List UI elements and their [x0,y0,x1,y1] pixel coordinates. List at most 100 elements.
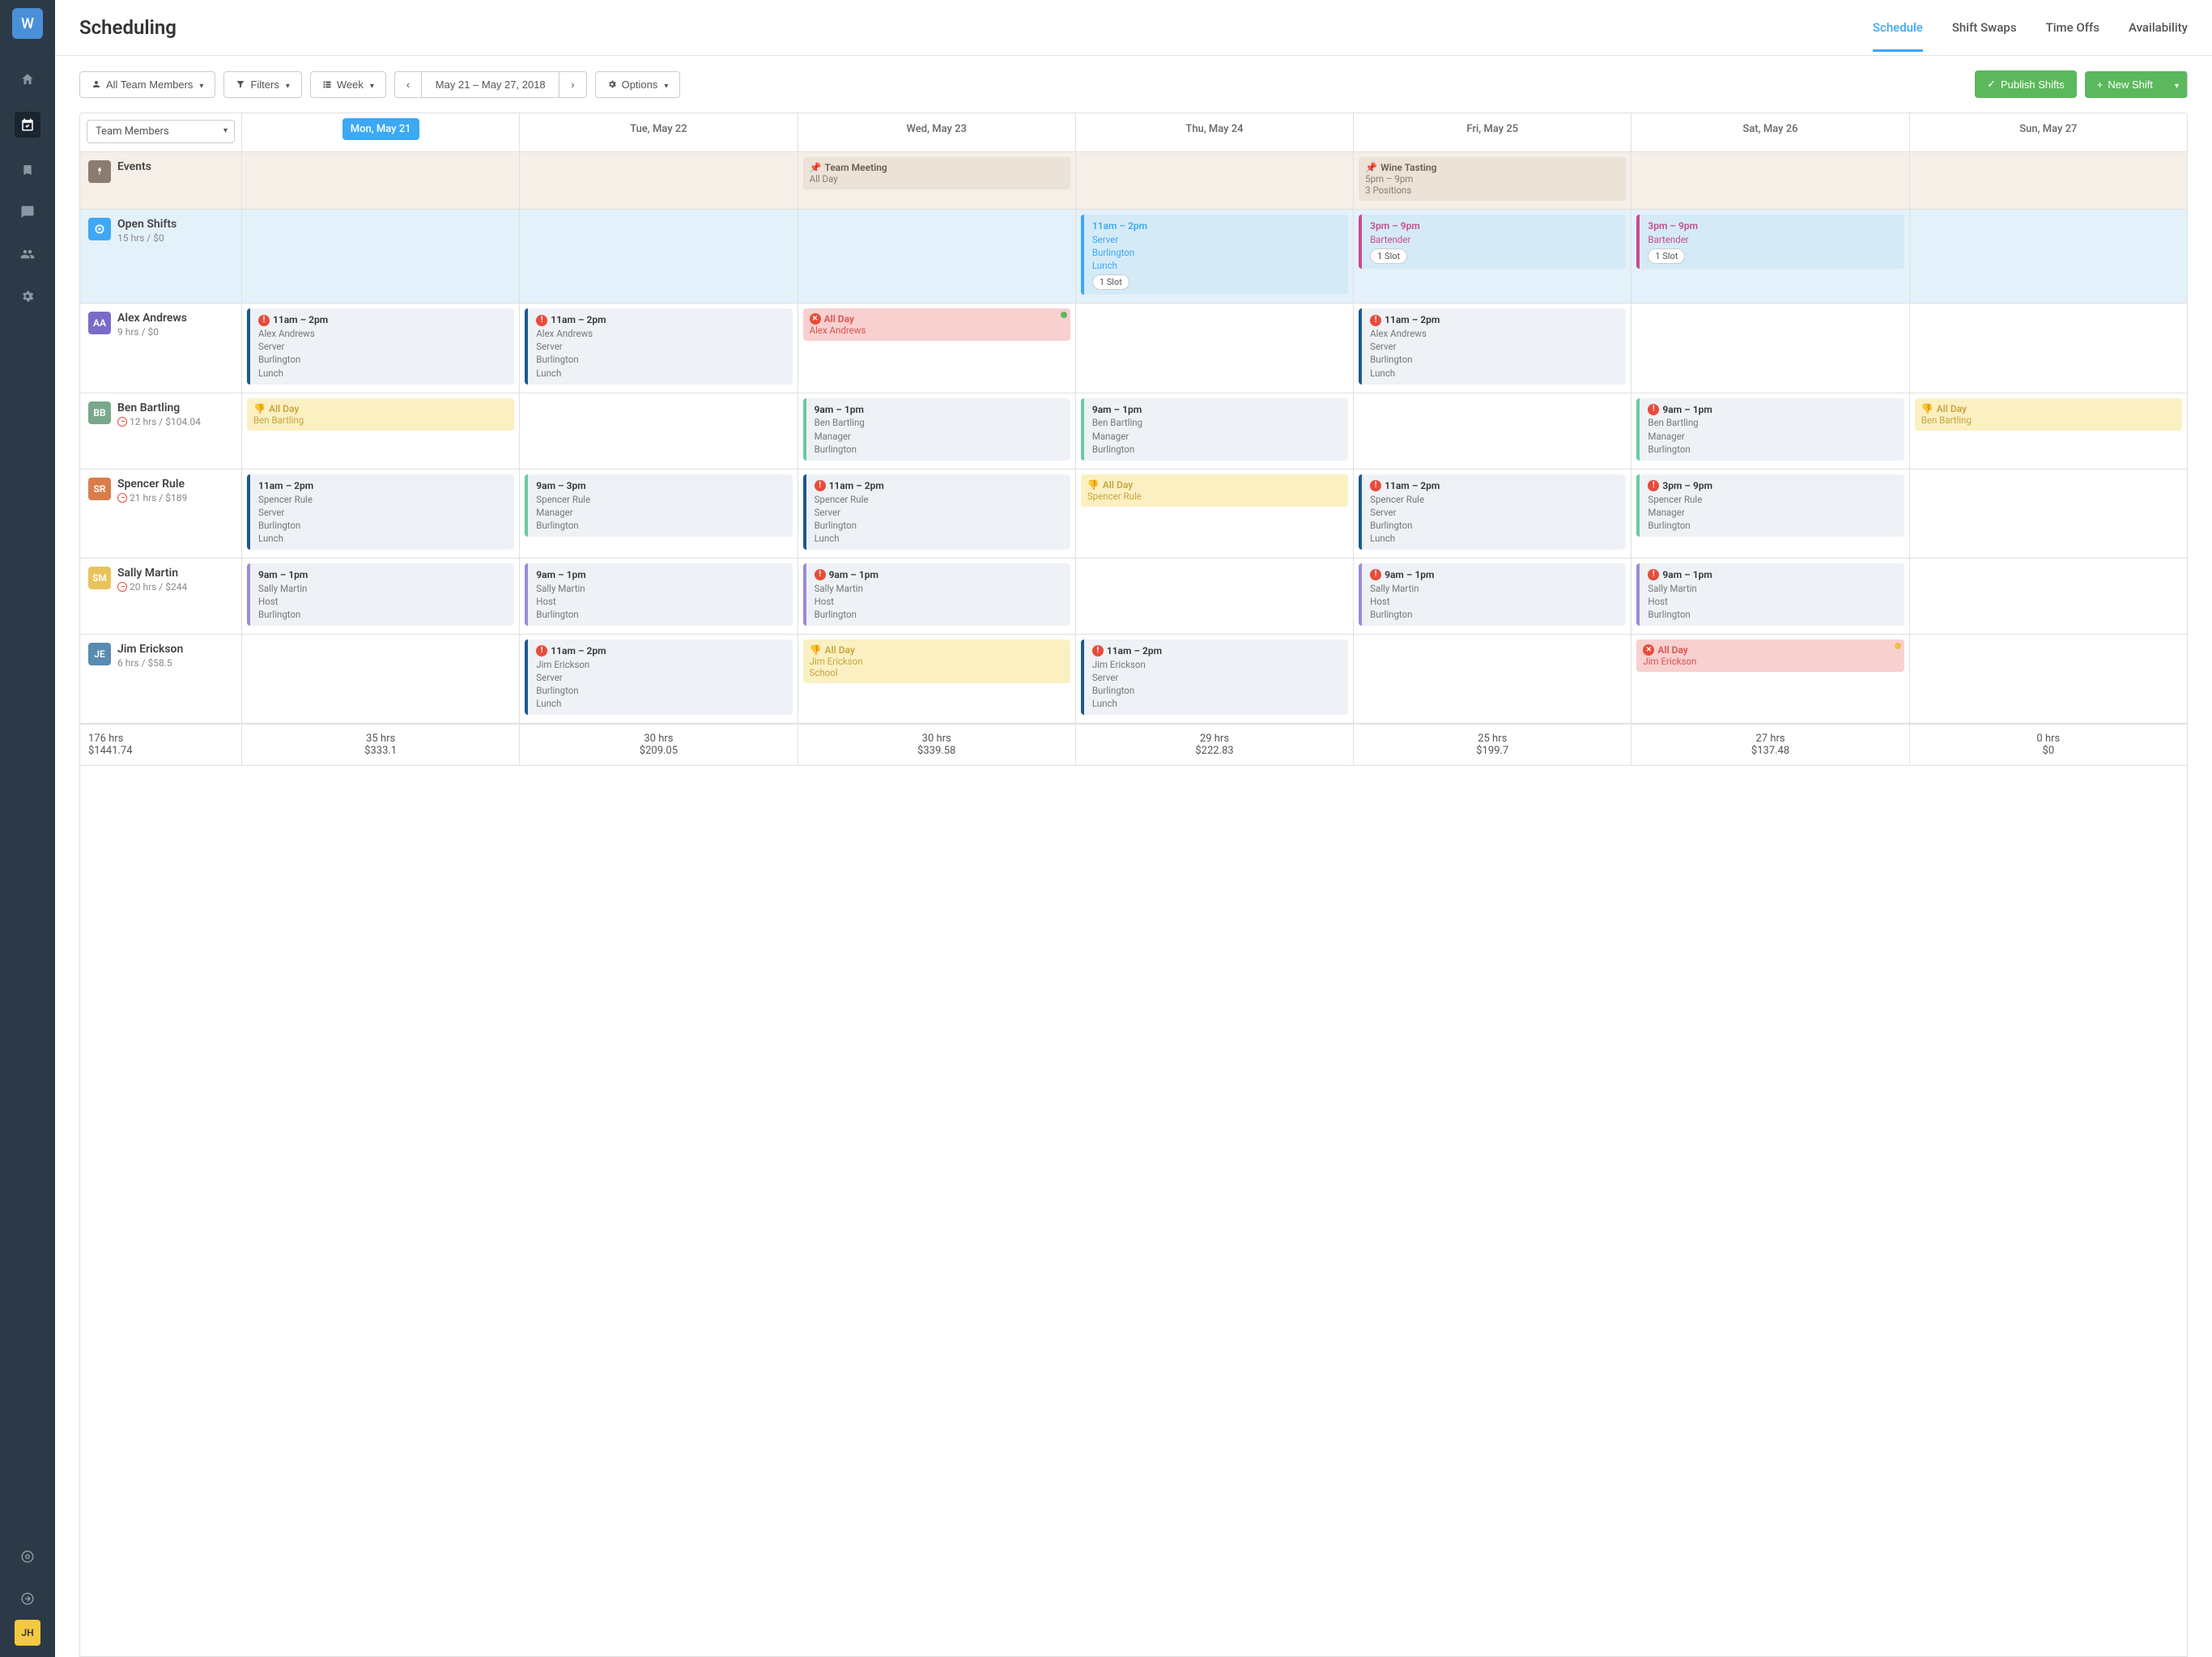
day-header[interactable]: Mon, May 21 [242,113,520,151]
open-shift-card[interactable]: 3pm – 9pmBartender1 Slot [1636,215,1904,269]
shift-card[interactable]: ! 9am – 1pmSally MartinHostBurlington [803,563,1070,626]
open-shift-card[interactable]: 3pm – 9pmBartender1 Slot [1359,215,1626,269]
view-dropdown[interactable]: Week [310,71,386,98]
day-cell[interactable]: ! 9am – 1pmBen BartlingManagerBurlington [1631,393,1909,469]
shift-card[interactable]: ! 11am – 2pmAlex AndrewsServerBurlington… [247,308,514,384]
day-header[interactable]: Fri, May 25 [1354,113,1631,151]
publish-shifts-button[interactable]: ✓ Publish Shifts [1975,70,2077,98]
prev-week-button[interactable]: ‹ [394,71,421,98]
day-cell[interactable]: ! 3pm – 9pmSpencer RuleManagerBurlington [1631,469,1909,558]
day-cell[interactable] [1910,559,2187,634]
day-cell[interactable]: ! 11am – 2pmAlex AndrewsServerBurlington… [1354,304,1631,392]
shift-card[interactable]: ! 11am – 2pmAlex AndrewsServerBurlington… [1359,308,1626,384]
help-icon[interactable] [18,1547,37,1566]
day-cell[interactable] [1354,393,1631,469]
day-header[interactable]: Sat, May 26 [1631,113,1909,151]
day-cell[interactable]: 👎 All DayBen Bartling [1910,393,2187,469]
shift-card[interactable]: 9am – 1pmBen BartlingManagerBurlington [803,398,1070,461]
member-name-cell[interactable]: SRSpencer Rule 21 hrs / $189 [80,469,242,558]
allday-card[interactable]: 👎 All DayBen Bartling [247,398,514,431]
day-cell[interactable]: ! 11am – 2pmSpencer RuleServerBurlington… [1354,469,1631,558]
new-shift-dropdown[interactable] [2164,71,2188,98]
day-cell[interactable]: 9am – 1pmBen BartlingManagerBurlington [1076,393,1354,469]
logout-icon[interactable] [18,1589,37,1608]
day-header[interactable]: Thu, May 24 [1076,113,1354,151]
day-cell[interactable]: 9am – 1pmSally MartinHostBurlington [520,559,798,634]
chat-icon[interactable] [18,202,37,222]
day-cell[interactable]: 📌 Wine Tasting5pm – 9pm3 Positions [1354,152,1631,209]
shift-card[interactable]: 9am – 3pmSpencer RuleManagerBurlington [525,474,792,537]
day-cell[interactable]: ✕ All DayAlex Andrews [798,304,1076,392]
shift-card[interactable]: 11am – 2pmSpencer RuleServerBurlingtonLu… [247,474,514,550]
member-name-cell[interactable]: BBBen Bartling 12 hrs / $104.04 [80,393,242,469]
shift-card[interactable]: ! 9am – 1pmBen BartlingManagerBurlington [1636,398,1904,461]
team-members-select[interactable]: Team Members ▾ [87,120,235,143]
day-cell[interactable] [1076,152,1354,209]
event-card[interactable]: 📌 Team MeetingAll Day [803,157,1070,189]
tab-shift-swaps[interactable]: Shift Swaps [1952,20,2017,52]
shift-card[interactable]: 9am – 1pmBen BartlingManagerBurlington [1081,398,1348,461]
day-cell[interactable]: 3pm – 9pmBartender1 Slot [1631,210,1909,303]
day-cell[interactable] [520,152,798,209]
day-cell[interactable] [1910,210,2187,303]
day-header[interactable]: Wed, May 23 [798,113,1076,151]
day-cell[interactable]: 9am – 1pmSally MartinHostBurlington [242,559,520,634]
day-cell[interactable] [1354,635,1631,723]
day-cell[interactable] [1631,304,1909,392]
bookmark-icon[interactable] [18,160,37,180]
day-cell[interactable]: 11am – 2pmServerBurlingtonLunch1 Slot [1076,210,1354,303]
member-name-cell[interactable]: AAAlex Andrews9 hrs / $0 [80,304,242,392]
day-cell[interactable]: ! 11am – 2pmSpencer RuleServerBurlington… [798,469,1076,558]
member-name-cell[interactable]: SMSally Martin 20 hrs / $244 [80,559,242,634]
shift-card[interactable]: ! 11am – 2pmJim EricksonServerBurlington… [525,639,792,715]
day-cell[interactable]: 9am – 1pmBen BartlingManagerBurlington [798,393,1076,469]
shift-card[interactable]: ! 11am – 2pmJim EricksonServerBurlington… [1081,639,1348,715]
home-icon[interactable] [18,70,37,89]
day-cell[interactable]: ! 11am – 2pmAlex AndrewsServerBurlington… [520,304,798,392]
app-logo[interactable]: W [12,8,43,39]
event-card[interactable]: 📌 Wine Tasting5pm – 9pm3 Positions [1359,157,1626,201]
day-cell[interactable]: ✕ All DayJim Erickson [1631,635,1909,723]
tab-time-offs[interactable]: Time Offs [2046,20,2099,52]
tab-schedule[interactable]: Schedule [1873,20,1923,52]
shift-card[interactable]: ! 11am – 2pmSpencer RuleServerBurlington… [803,474,1070,550]
settings-icon[interactable] [18,287,37,306]
shift-card[interactable]: ! 9am – 1pmSally MartinHostBurlington [1359,563,1626,626]
day-cell[interactable] [1910,635,2187,723]
day-cell[interactable]: ! 11am – 2pmJim EricksonServerBurlington… [520,635,798,723]
new-shift-button[interactable]: + New Shift [2085,71,2164,98]
filters-dropdown[interactable]: Filters [223,71,301,98]
day-cell[interactable]: ! 9am – 1pmSally MartinHostBurlington [798,559,1076,634]
users-icon[interactable] [18,244,37,264]
allday-card[interactable]: ✕ All DayAlex Andrews [803,308,1070,341]
allday-card[interactable]: 👎 All DayBen Bartling [1915,398,2182,431]
day-cell[interactable]: 11am – 2pmSpencer RuleServerBurlingtonLu… [242,469,520,558]
options-dropdown[interactable]: Options [595,71,681,98]
day-header[interactable]: Sun, May 27 [1910,113,2187,151]
day-cell[interactable] [1910,304,2187,392]
open-shift-card[interactable]: 11am – 2pmServerBurlingtonLunch1 Slot [1081,215,1348,295]
day-header[interactable]: Tue, May 22 [520,113,798,151]
day-cell[interactable]: ! 9am – 1pmSally MartinHostBurlington [1631,559,1909,634]
team-members-dropdown[interactable]: All Team Members [79,71,215,98]
day-cell[interactable]: 👎 All DaySpencer Rule [1076,469,1354,558]
day-cell[interactable]: ! 11am – 2pmAlex AndrewsServerBurlington… [242,304,520,392]
day-cell[interactable]: 9am – 3pmSpencer RuleManagerBurlington [520,469,798,558]
day-cell[interactable] [1910,152,2187,209]
day-cell[interactable] [798,210,1076,303]
shift-card[interactable]: ! 9am – 1pmSally MartinHostBurlington [1636,563,1904,626]
day-cell[interactable]: 3pm – 9pmBartender1 Slot [1354,210,1631,303]
shift-card[interactable]: 9am – 1pmSally MartinHostBurlington [247,563,514,626]
next-week-button[interactable]: › [559,71,586,98]
day-cell[interactable]: ! 11am – 2pmJim EricksonServerBurlington… [1076,635,1354,723]
day-cell[interactable]: 👎 All DayBen Bartling [242,393,520,469]
day-cell[interactable] [520,393,798,469]
day-cell[interactable]: ! 9am – 1pmSally MartinHostBurlington [1354,559,1631,634]
day-cell[interactable] [242,635,520,723]
tab-availability[interactable]: Availability [2129,20,2188,52]
day-cell[interactable] [520,210,798,303]
day-cell[interactable] [1076,304,1354,392]
calendar-icon[interactable] [15,112,40,138]
allday-card[interactable]: 👎 All DayJim EricksonSchool [803,639,1070,683]
allday-card[interactable]: 👎 All DaySpencer Rule [1081,474,1348,507]
